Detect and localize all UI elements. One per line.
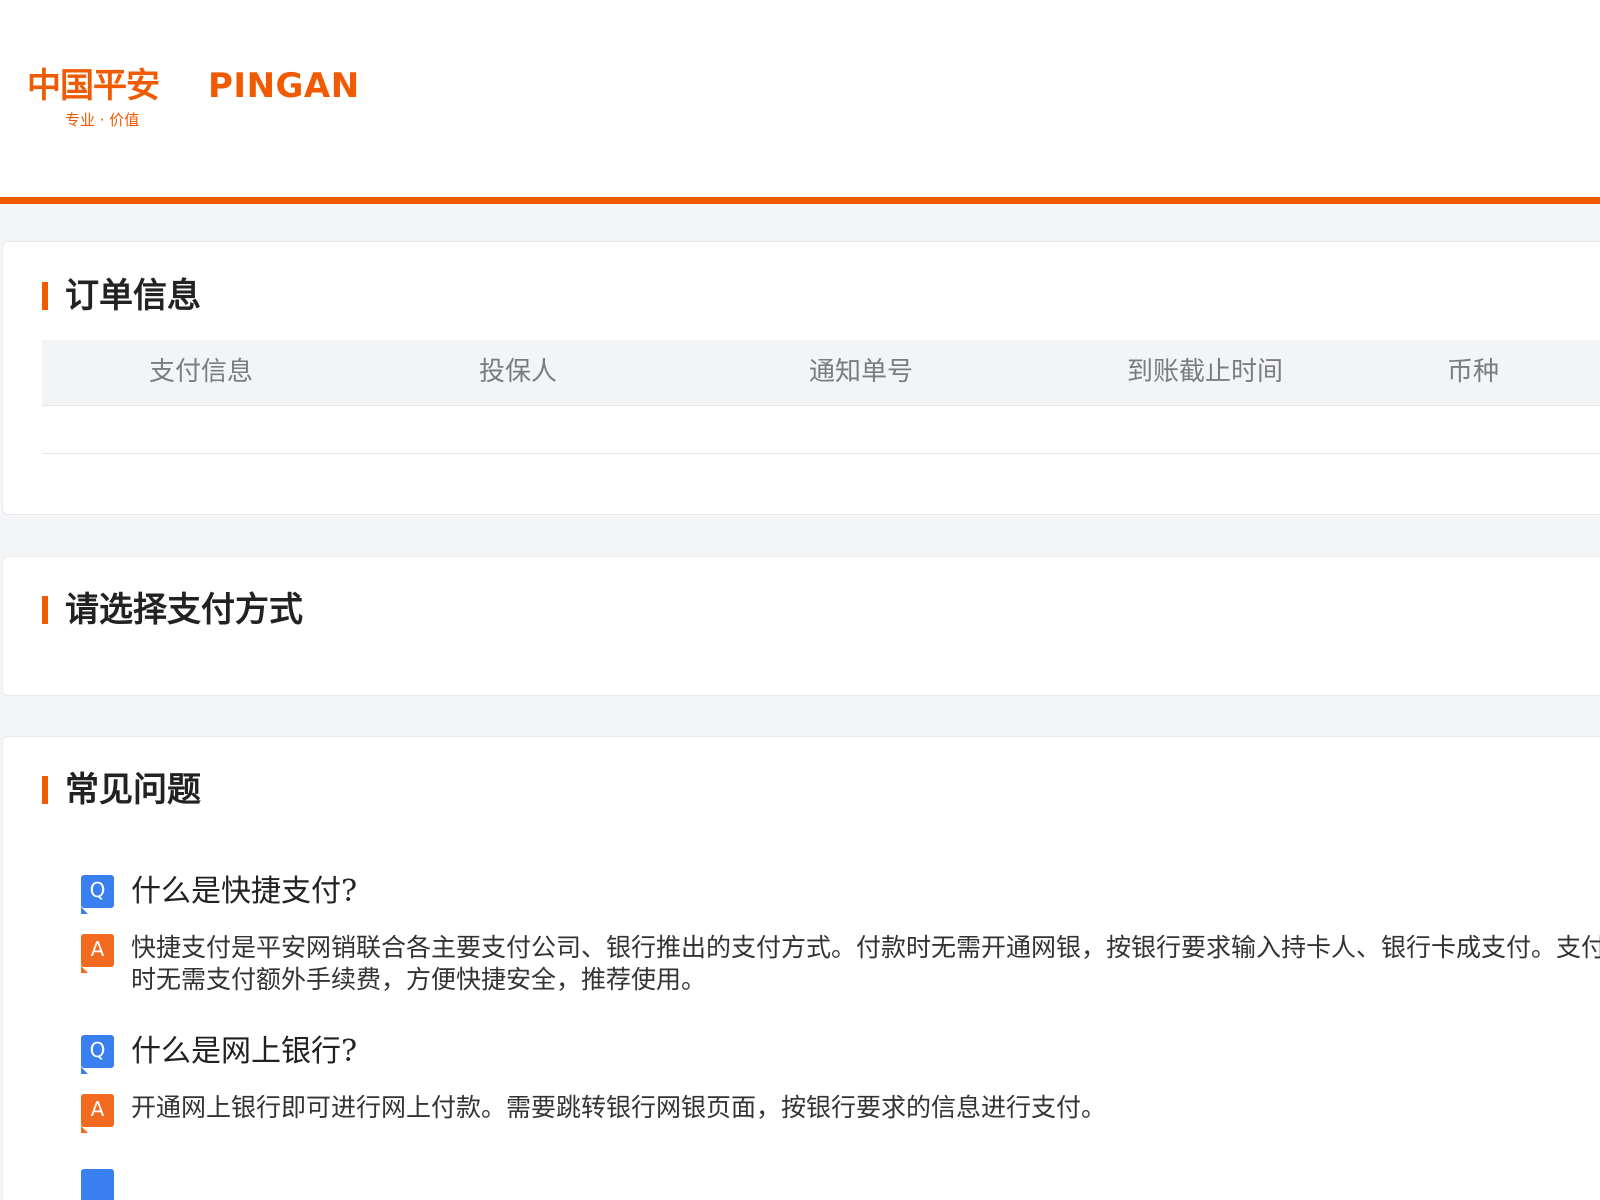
title-accent-bar [42, 596, 48, 624]
logo-chinese-text: 中国平安 [27, 66, 160, 106]
column-header-currency: 币种 [1447, 357, 1500, 387]
order-table: 支付信息 投保人 通知单号 到账截止时间 币种 [42, 340, 1600, 454]
faq-title: 常见问题 [65, 770, 201, 810]
logo-tagline: 专业 · 价值 [65, 111, 140, 129]
faq-answer-text: 开通网上银行即可进行网上付款。需要跳转银行网银页面，按银行要求的信息进行支付。 [131, 1093, 1107, 1122]
pingan-logo[interactable]: 中国平安 PINGAN 专业 · 价值 [27, 66, 407, 136]
question-badge-icon: Q [81, 875, 114, 914]
payment-method-card: 请选择支付方式 [2, 556, 1600, 696]
question-badge-icon: Q [81, 1035, 114, 1074]
faq-question-text: 什么是网上银行? [131, 1034, 358, 1069]
faq-heading: 常见问题 [42, 772, 201, 808]
answer-badge-icon: A [81, 1094, 114, 1133]
faq-card: 常见问题 Q 什么是快捷支付? A 快捷支付是平安网销联合各主要支付公司、银行推… [2, 736, 1600, 1200]
question-badge-icon [81, 1169, 114, 1200]
payment-method-title: 请选择支付方式 [65, 590, 303, 630]
logo-english-text: PINGAN [208, 66, 360, 106]
answer-badge-icon: A [81, 934, 114, 973]
faq-answer-text: 快捷支付是平安网销联合各主要支付公司、银行推出的支付方式。付款时无需开通网银，按… [131, 933, 1600, 994]
payment-page: 中国平安 PINGAN 专业 · 价值 订单信息 支付信息 投保人 通知单号 到… [0, 0, 1600, 1200]
order-info-card: 订单信息 支付信息 投保人 通知单号 到账截止时间 币种 [2, 241, 1600, 515]
order-table-header: 支付信息 投保人 通知单号 到账截止时间 币种 [42, 340, 1600, 406]
title-accent-bar [42, 282, 48, 310]
site-header: 中国平安 PINGAN 专业 · 价值 [0, 0, 1600, 197]
table-row [42, 406, 1600, 454]
column-header-deadline: 到账截止时间 [1127, 357, 1284, 387]
column-header-policyholder: 投保人 [479, 357, 558, 387]
header-accent-line [0, 197, 1600, 204]
title-accent-bar [42, 776, 48, 804]
column-header-payment-info: 支付信息 [149, 357, 254, 387]
faq-question-text: 什么是快捷支付? [131, 874, 358, 909]
order-info-heading: 订单信息 [42, 278, 201, 314]
payment-method-heading: 请选择支付方式 [42, 592, 303, 628]
order-info-title: 订单信息 [65, 276, 201, 316]
column-header-notice-number: 通知单号 [809, 357, 914, 387]
